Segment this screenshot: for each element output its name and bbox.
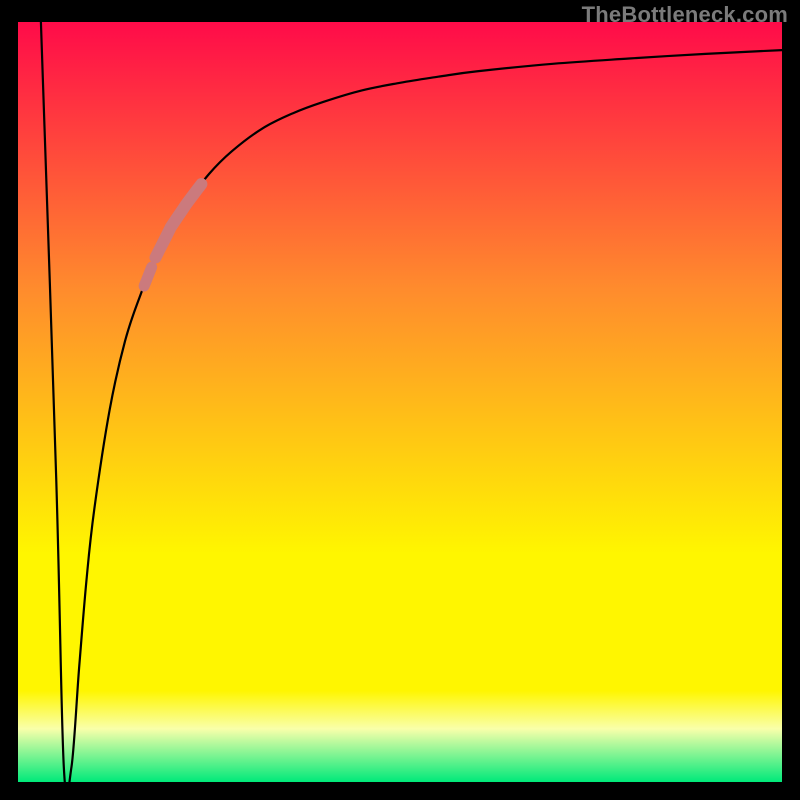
watermark-text: TheBottleneck.com [582,2,788,28]
plot-area [18,22,782,782]
highlight-segment-dot [144,267,152,286]
chart-svg [18,22,782,782]
chart-frame: TheBottleneck.com [0,0,800,800]
gradient-background [18,22,782,782]
